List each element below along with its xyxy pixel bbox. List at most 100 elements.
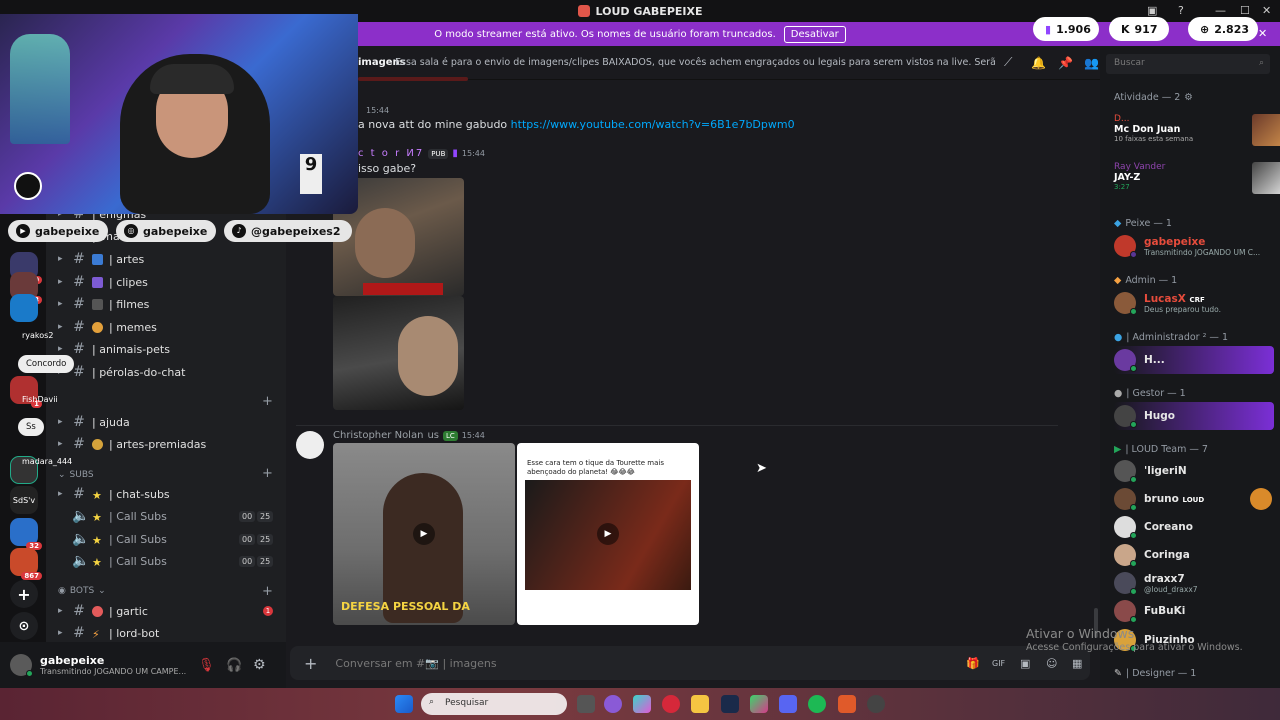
- app-icon[interactable]: [750, 695, 768, 713]
- avatar: [1114, 600, 1137, 623]
- video-thumbnail[interactable]: ▶ DEFESA PESSOAL DA: [333, 443, 515, 625]
- channel-gartic[interactable]: ▸ # | gartic: [58, 601, 278, 621]
- obs-icon[interactable]: [867, 695, 885, 713]
- message-text: isso gabe?: [358, 162, 417, 175]
- disable-streamer-mode-button[interactable]: Desativar: [783, 25, 846, 43]
- channel-filmes[interactable]: ▸ # | filmes: [58, 294, 278, 314]
- close-banner-icon[interactable]: ✕: [1258, 27, 1267, 40]
- folder-icon[interactable]: [691, 695, 709, 713]
- members-icon[interactable]: 👥: [1084, 56, 1099, 70]
- steam-icon[interactable]: [721, 695, 739, 713]
- explore-icon[interactable]: ⊙: [10, 612, 38, 640]
- server-icon[interactable]: 32: [10, 518, 42, 550]
- server-icon[interactable]: 867: [10, 548, 42, 580]
- channel-topic[interactable]: Essa sala é para o envio de imagens/clip…: [395, 57, 995, 68]
- minimize-button[interactable]: —: [1215, 4, 1226, 17]
- activity-card[interactable]: Ray Vander JAY-Z 3:27: [1114, 162, 1280, 198]
- opera-icon[interactable]: [662, 695, 680, 713]
- gif-icon[interactable]: GIF: [992, 659, 1005, 668]
- add-attachment-icon[interactable]: +: [304, 654, 317, 673]
- channel-artes[interactable]: ▸ # | artes: [58, 249, 278, 269]
- mute-mic-icon[interactable]: 🎙: [198, 658, 215, 673]
- member-item[interactable]: LucasX CRF Deus preparou tudo.: [1114, 289, 1274, 317]
- message-composer[interactable]: + Conversar em #📷 | imagens 🎁 GIF ▣ ☺ ▦: [290, 646, 1090, 680]
- channel-ajuda[interactable]: ▸ # | ajuda: [58, 412, 278, 432]
- threads-icon[interactable]: ⟋: [1004, 55, 1012, 70]
- settings-gear-icon[interactable]: ⚙: [253, 657, 266, 673]
- pin-icon[interactable]: 📌: [1058, 56, 1073, 70]
- film-icon: [92, 276, 103, 288]
- copilot-icon[interactable]: [633, 695, 651, 713]
- video-thumbnail[interactable]: [333, 296, 464, 410]
- play-icon[interactable]: ▶: [413, 523, 435, 545]
- add-server-icon[interactable]: +: [10, 580, 38, 608]
- app-icon: [577, 5, 590, 17]
- member-item[interactable]: Coringa: [1114, 541, 1274, 569]
- apps-icon[interactable]: ▦: [1072, 657, 1082, 670]
- member-item[interactable]: draxx7 @loud_draxx7: [1114, 569, 1274, 597]
- windows-start-icon[interactable]: [395, 695, 413, 713]
- member-item[interactable]: FuBuKi: [1114, 597, 1274, 625]
- user-status: Transmitindo JOGANDO UM CAMPE...: [40, 667, 187, 676]
- app-icon[interactable]: [604, 695, 622, 713]
- role-badge: PUB: [428, 148, 449, 159]
- add-channel-icon[interactable]: +: [262, 584, 273, 599]
- inbox-icon[interactable]: ▣: [1147, 4, 1157, 17]
- close-window-button[interactable]: ✕: [1262, 4, 1271, 17]
- channel-perolas-do-chat[interactable]: ▸#| pérolas-do-chat: [58, 362, 278, 382]
- speaker-icon: 🔈: [72, 553, 90, 569]
- search-input[interactable]: Buscar ⌕: [1106, 54, 1270, 74]
- sticker-icon[interactable]: ▣: [1020, 657, 1030, 670]
- camera-icon: [92, 298, 103, 310]
- category-bots[interactable]: ◉ BOTS ⌄: [58, 586, 106, 596]
- youtube-handle: ▶ gabepeixe: [8, 220, 108, 242]
- taskbar-search[interactable]: ⌕ Pesquisar: [421, 693, 567, 715]
- message-text: a nova att do mine gabudo https://www.yo…: [358, 118, 795, 131]
- twitch-viewers-counter: ▮ 1.906: [1033, 17, 1099, 41]
- hash-icon: #: [73, 319, 85, 335]
- gear-icon[interactable]: ⚙: [1184, 92, 1193, 103]
- author-name[interactable]: Christopher Nolan: [333, 430, 423, 441]
- webcam-overlay: 9: [0, 14, 358, 214]
- twitch-icon: ▮: [452, 148, 458, 159]
- channel-artes-premiadas[interactable]: ▸ # | artes-premiadas: [58, 434, 278, 454]
- member-group-header: ▶ | LOUD Team — 7: [1114, 444, 1208, 455]
- gift-icon[interactable]: 🎁: [966, 657, 980, 670]
- channel-animais-pets[interactable]: ▸ # | animais-pets: [58, 339, 278, 359]
- discord-icon[interactable]: [779, 695, 797, 713]
- help-icon[interactable]: ?: [1178, 4, 1184, 17]
- member-item[interactable]: 'ligeriN: [1114, 457, 1274, 485]
- maximize-button[interactable]: ☐: [1240, 4, 1250, 17]
- avatar: [1114, 488, 1137, 511]
- task-view-icon[interactable]: [577, 695, 595, 713]
- category-subs[interactable]: ⌄ SUBS: [58, 470, 94, 480]
- activity-card[interactable]: D... Mc Don Juan 10 faixas esta semana: [1114, 114, 1280, 150]
- add-channel-icon[interactable]: +: [262, 466, 273, 481]
- video-thumbnail[interactable]: Esse cara tem o tique da Tourette mais a…: [517, 443, 699, 625]
- pen-icon: ✎: [1114, 668, 1122, 679]
- spotify-icon[interactable]: [808, 695, 826, 713]
- member-item[interactable]: H...: [1114, 346, 1274, 374]
- channel-clipes[interactable]: ▸ # | clipes: [58, 272, 278, 292]
- server-icon[interactable]: SdS'v: [10, 486, 38, 514]
- member-item[interactable]: Coreano: [1114, 513, 1274, 541]
- channel-memes[interactable]: ▸ # | memes: [58, 317, 278, 337]
- deafen-icon[interactable]: 🎧: [226, 658, 242, 673]
- app-icon[interactable]: [838, 695, 856, 713]
- play-icon[interactable]: ▶: [597, 523, 619, 545]
- channel-lord-bot[interactable]: ▸ # ⚡ | lord-bot: [58, 623, 278, 643]
- member-item[interactable]: gabepeixe Transmitindo JOGANDO UM C...: [1114, 232, 1274, 260]
- server-icon[interactable]: [10, 294, 38, 322]
- bell-icon[interactable]: 🔔: [1031, 56, 1046, 70]
- avatar[interactable]: [10, 654, 33, 677]
- member-item[interactable]: Hugo: [1114, 402, 1274, 430]
- channel-chat-subs[interactable]: ▸ # ★ | chat-subs: [58, 484, 278, 504]
- add-channel-icon[interactable]: +: [262, 394, 273, 409]
- author-name[interactable]: c t o r И7: [358, 148, 424, 159]
- emoji-icon[interactable]: ☺: [1046, 657, 1057, 670]
- stream-chat-user: ryakos2: [22, 331, 54, 340]
- voice-count: 00: [239, 511, 256, 522]
- composer-placeholder[interactable]: Conversar em #📷 | imagens: [335, 657, 496, 670]
- author-avatar[interactable]: [296, 431, 324, 459]
- youtube-link[interactable]: https://www.youtube.com/watch?v=6B1e7bDp…: [511, 118, 795, 131]
